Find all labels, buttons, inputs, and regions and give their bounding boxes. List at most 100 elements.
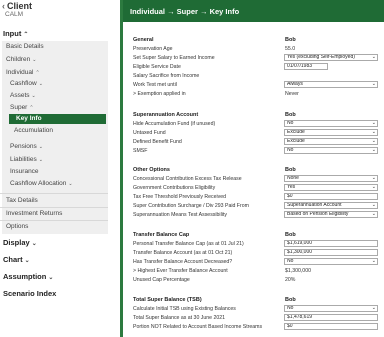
surcharge-label: Super Contribution Surcharge / Div 293 P… [133, 203, 249, 209]
means-test-select[interactable]: Based on Pension Eligibility ⌄ [284, 211, 378, 218]
sidebar-item-accumulation[interactable]: Accumulation [14, 127, 53, 134]
page-header: Individual → Super → Key Info [123, 0, 384, 22]
section-scenario-index[interactable]: Scenario Index [3, 289, 56, 298]
tsb-person: Bob [285, 297, 296, 303]
tsb-title: Total Super Balance (TSB) [133, 297, 202, 303]
sidebar-item-investment-returns[interactable]: Investment Returns [6, 210, 62, 217]
tax-free-field[interactable]: $0 [284, 193, 378, 200]
unused-cap-value: 20% [285, 277, 296, 283]
sidebar-item-basic-details[interactable]: Basic Details [6, 43, 44, 50]
general-person: Bob [285, 37, 296, 43]
page-title: Individual → Super → Key Info [130, 7, 240, 16]
other-options-person: Bob [285, 167, 296, 173]
untaxed-select[interactable]: Exclude ⌄ [284, 129, 378, 136]
set-super-salary-label: Set Super Salary to Earned Income [133, 55, 215, 61]
tsb-portion-field[interactable]: $0 [284, 323, 378, 330]
tba-decreased-select[interactable]: No ⌄ [284, 258, 378, 265]
select-value: No [287, 147, 294, 153]
chevron-down-icon: ⌄ [371, 258, 376, 264]
sidebar-item-options[interactable]: Options [6, 223, 28, 230]
sidebar-item-cashflow-allocation[interactable]: Cashflow Allocation ⌄ [10, 180, 73, 187]
concessional-select[interactable]: None ⌄ [284, 175, 378, 182]
section-chart[interactable]: Chart ⌄ [3, 255, 30, 264]
transfer-balance-person: Bob [285, 232, 296, 238]
eligible-service-date-field[interactable]: 01/07/1983 [284, 63, 328, 70]
chevron-down-icon: ⌄ [38, 144, 43, 150]
general-title: General [133, 37, 154, 43]
chevron-up-icon: ⌃ [35, 70, 40, 76]
section-input[interactable]: Input ⌃ [3, 29, 28, 38]
hide-accum-label: Hide Accumulation Fund (if unused) [133, 121, 216, 127]
chevron-down-icon: ⌄ [31, 241, 37, 247]
tax-free-label: Tax Free Threshold Previously Received [133, 194, 227, 200]
chevron-down-icon: ⌄ [371, 129, 376, 135]
work-test-select[interactable]: Always ⌄ [284, 81, 378, 88]
highest-tba-label: > Highest Ever Transfer Balance Account [133, 268, 228, 274]
sidebar-item-children[interactable]: Children ⌄ [6, 56, 36, 63]
unused-cap-label: Unused Cap Percentage [133, 277, 190, 283]
exemption-value: Never [285, 91, 299, 97]
select-value: Yes [287, 184, 296, 190]
sidebar-item-key-info[interactable]: Key Info [9, 114, 106, 124]
work-test-label: Work Test met until [133, 82, 177, 88]
sidebar-item-tax-details[interactable]: Tax Details [6, 197, 38, 204]
client-back-button[interactable]: ‹ Client [2, 1, 32, 11]
sidebar-item-label: Pensions [10, 143, 37, 150]
chevron-down-icon: ⌄ [32, 57, 37, 63]
tsb-total-label: Total Super Balance as at 30 June 2021 [133, 315, 225, 321]
govt-contrib-select[interactable]: Yes ⌄ [284, 184, 378, 191]
sidebar-item-label: Children [6, 56, 31, 63]
preservation-age-value: 55.0 [285, 46, 296, 52]
tba-label: Transfer Balance Account (as at 01 Oct 2… [133, 250, 233, 256]
chevron-down-icon: ⌄ [371, 202, 376, 208]
sidebar-item-label: Assets [10, 92, 30, 99]
client-back-label: Client [7, 1, 33, 11]
chevron-up-icon: ⌃ [23, 32, 29, 38]
sidebar-item-label: Liabilities [10, 156, 37, 163]
select-value: No [287, 258, 294, 264]
surcharge-select[interactable]: Superannuation Account ⌄ [284, 202, 378, 209]
sidebar-item-assets[interactable]: Assets ⌄ [10, 92, 36, 99]
tba-decreased-label: Has Transfer Balance Account Decreased? [133, 259, 233, 265]
chevron-down-icon: ⌄ [24, 258, 30, 264]
chevron-down-icon: ⌄ [48, 275, 54, 281]
hide-accum-select[interactable]: No ⌄ [284, 120, 378, 127]
chevron-down-icon: ⌄ [38, 81, 43, 87]
section-display[interactable]: Display ⌄ [3, 238, 37, 247]
sidebar-item-pensions[interactable]: Pensions ⌄ [10, 143, 43, 150]
sidebar-item-label: Cashflow Allocation [10, 180, 67, 187]
personal-cap-field[interactable]: $1,619,000 [284, 240, 378, 247]
sidebar-item-insurance[interactable]: Insurance [10, 168, 39, 175]
sidebar-item-liabilities[interactable]: Liabilities ⌄ [10, 156, 43, 163]
sidebar-item-individual[interactable]: Individual ⌃ [6, 69, 40, 76]
chevron-left-icon: ‹ [2, 1, 5, 11]
select-value: Always [287, 81, 303, 87]
chevron-down-icon: ⌄ [371, 120, 376, 126]
sidebar: ‹ Client CALM Input ⌃ Basic Details Childr… [0, 0, 120, 337]
set-super-salary-select[interactable]: Yes (excluding Self-Employed) ⌄ [284, 54, 378, 61]
sidebar-item-label: Super [10, 104, 28, 111]
sidebar-item-label: Cashflow [10, 80, 37, 87]
govt-contrib-label: Government Contributions Eligibility [133, 185, 216, 191]
chevron-down-icon: ⌄ [371, 54, 376, 60]
chevron-down-icon: ⌄ [31, 93, 36, 99]
tsb-total-field[interactable]: $1,478,619 [284, 314, 378, 321]
section-label: Display [3, 238, 30, 247]
exemption-label: > Exemption applied in [133, 91, 186, 97]
sidebar-item-label: Key Info [16, 115, 42, 122]
sidebar-item-super[interactable]: Super ⌃ [10, 104, 34, 111]
tba-field[interactable]: $1,300,000 [284, 249, 378, 256]
smsf-label: SMSF [133, 148, 148, 154]
select-value: Superannuation Account [287, 202, 342, 208]
highest-tba-value: $1,300,000 [285, 268, 311, 274]
defined-benefit-select[interactable]: Exclude ⌄ [284, 138, 378, 145]
transfer-balance-title: Transfer Balance Cap [133, 232, 190, 238]
tsb-calc-select[interactable]: No ⌄ [284, 305, 378, 312]
chevron-up-icon: ⌃ [29, 105, 34, 111]
salary-sacrifice-label: Salary Sacrifice from Income [133, 73, 200, 79]
sidebar-item-cashflow[interactable]: Cashflow ⌄ [10, 80, 43, 87]
chevron-down-icon: ⌄ [371, 305, 376, 311]
personal-cap-label: Personal Transfer Balance Cap (as at 01 … [133, 241, 244, 247]
section-assumption[interactable]: Assumption ⌄ [3, 272, 53, 281]
smsf-select[interactable]: No ⌄ [284, 147, 378, 154]
